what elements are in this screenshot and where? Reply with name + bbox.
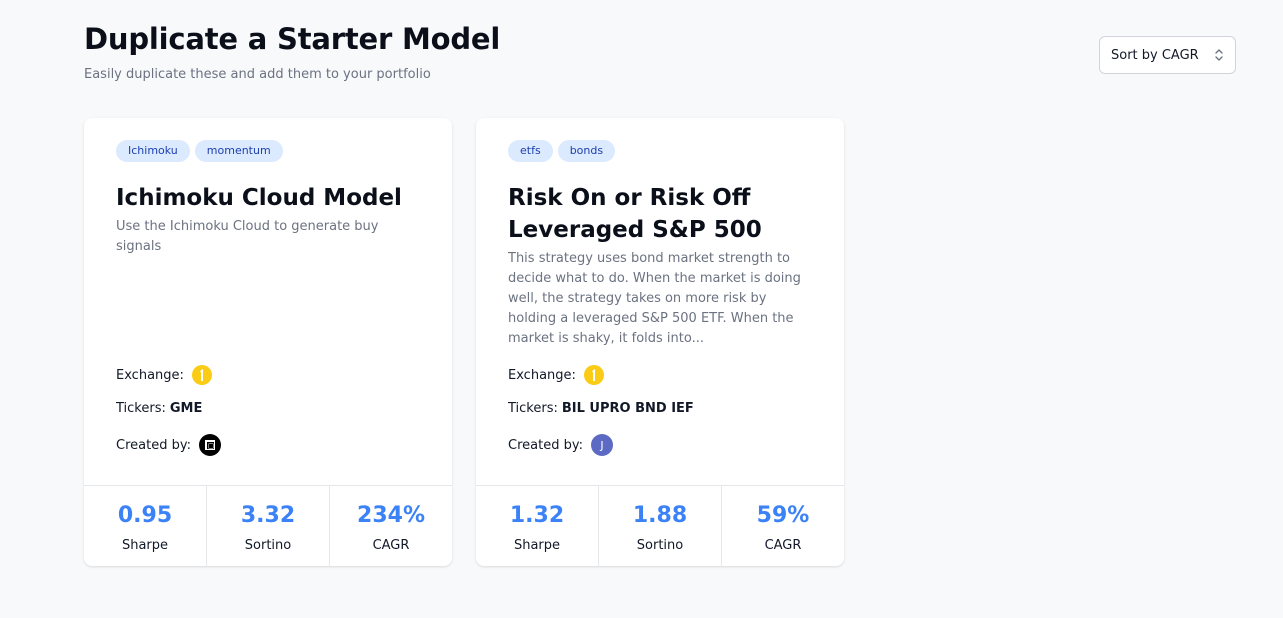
created-by-row: Created by: J [508, 434, 613, 456]
model-title: Risk On or Risk Off Leveraged S&P 500 [508, 185, 762, 243]
page: Duplicate a Starter Model Easily duplica… [0, 0, 1283, 618]
stat-cagr: 59% CAGR [722, 486, 844, 566]
creator-avatar[interactable]: J [590, 434, 613, 456]
chevron-up-down-icon [1215, 49, 1223, 61]
stat-value: 1.32 [509, 503, 565, 528]
created-by-label: Created by: [116, 437, 191, 453]
sort-select-label: Sort by CAGR [1111, 47, 1199, 63]
stat-sortino: 3.32 Sortino [207, 486, 330, 566]
stats-bar: 1.32 Sharpe 1.88 Sortino 59% CAGR [476, 485, 844, 566]
model-card[interactable]: Ichimoku momentum Ichimoku Cloud Model U… [84, 118, 452, 566]
tag-list: etfs bonds [508, 140, 616, 162]
model-description: Use the Ichimoku Cloud to generate buy s… [116, 219, 379, 254]
exchange-logo-icon [583, 365, 604, 385]
page-title: Duplicate a Starter Model [84, 22, 501, 56]
tickers-row: Tickers: BIL UPRO BND IEF [508, 401, 694, 416]
creator-avatar[interactable] [198, 434, 221, 456]
stat-value: 234% [357, 503, 425, 528]
exchange-label: Exchange: [116, 367, 184, 383]
stat-label: Sortino [636, 538, 684, 553]
stat-value: 3.32 [240, 503, 296, 528]
model-card[interactable]: etfs bonds Risk On or Risk Off Leveraged… [476, 118, 844, 566]
stat-value: 59% [756, 503, 810, 528]
stat-label: Sortino [244, 538, 292, 553]
exchange-row: Exchange: [116, 364, 212, 386]
stat-sortino: 1.88 Sortino [599, 486, 722, 566]
page-subtitle: Easily duplicate these and add them to y… [84, 67, 431, 82]
exchange-logo-icon [191, 365, 212, 385]
created-by-row: Created by: [116, 434, 221, 456]
tag[interactable]: Ichimoku [116, 140, 190, 162]
tag[interactable]: etfs [508, 140, 553, 162]
stat-value: 0.95 [117, 503, 173, 528]
exchange-row: Exchange: [508, 364, 604, 386]
stat-cagr: 234% CAGR [330, 486, 452, 566]
tag-list: Ichimoku momentum [116, 140, 283, 162]
tickers-label: Tickers: [508, 401, 558, 416]
stat-value: 1.88 [632, 503, 688, 528]
tickers-label: Tickers: [116, 401, 166, 416]
stat-sharpe: 1.32 Sharpe [476, 486, 599, 566]
stat-label: CAGR [764, 538, 802, 553]
stat-label: Sharpe [513, 538, 561, 553]
exchange-label: Exchange: [508, 367, 576, 383]
sort-select[interactable]: Sort by CAGR [1099, 36, 1236, 74]
model-description: This strategy uses bond market strength … [508, 251, 801, 346]
tag[interactable]: bonds [557, 140, 616, 162]
tickers-value: BIL UPRO BND IEF [561, 401, 694, 416]
stat-label: CAGR [372, 538, 410, 553]
stat-label: Sharpe [121, 538, 169, 553]
created-by-label: Created by: [508, 437, 583, 453]
tag[interactable]: momentum [194, 140, 283, 162]
stat-sharpe: 0.95 Sharpe [84, 486, 207, 566]
model-title: Ichimoku Cloud Model [116, 185, 402, 211]
stats-bar: 0.95 Sharpe 3.32 Sortino 234% CAGR [84, 485, 452, 566]
tickers-value: GME [169, 401, 203, 416]
tickers-row: Tickers: GME [116, 401, 202, 416]
